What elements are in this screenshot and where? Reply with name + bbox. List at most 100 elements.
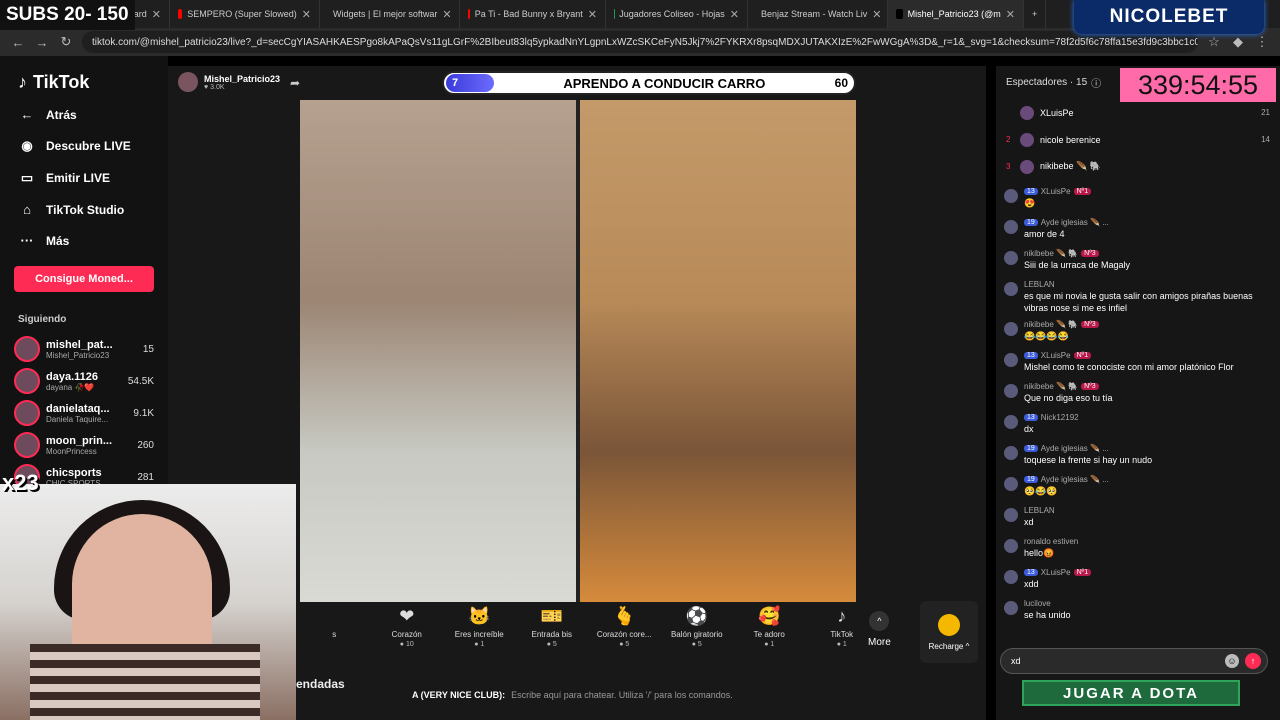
browser-tab[interactable]: Mishel_Patricio23 (@m ✕ — [888, 0, 1024, 28]
close-icon[interactable]: ✕ — [1006, 8, 1015, 21]
avatar — [1020, 105, 1034, 120]
bookmark-star-icon[interactable]: ☆ — [1206, 34, 1222, 50]
sidebar-item[interactable]: ··· Más — [0, 225, 168, 256]
chat-message[interactable]: 19 Ayde iglesias 🪶 ... 🥺😂🥺 — [996, 472, 1280, 503]
following-item[interactable]: mishel_pat... Mishel_Patricio23 15 — [0, 333, 168, 365]
new-tab-button[interactable]: + — [1024, 0, 1047, 28]
logo-text: TikTok — [33, 72, 90, 92]
level-badge: 13 — [1024, 414, 1038, 422]
tab-favicon-icon — [178, 9, 183, 19]
browser-tab[interactable]: Jugadores Coliseo - Hojas ✕ — [606, 0, 748, 28]
sidebar-item[interactable]: ◉ Descubre LIVE — [0, 130, 168, 162]
emoji-icon[interactable]: ☺ — [1225, 654, 1239, 668]
reload-icon[interactable]: ↻ — [58, 34, 74, 50]
info-icon[interactable]: ⓘ — [1091, 75, 1101, 90]
top-viewer[interactable]: 2 nicole berenice 14 — [996, 126, 1280, 153]
stream-chat-bar[interactable]: A (VERY NICE CLUB): Escribe aquí para ch… — [412, 686, 870, 704]
chat-input[interactable]: xd ☺ ↑ — [1000, 648, 1268, 674]
close-icon[interactable]: ✕ — [872, 8, 881, 21]
browser-tab[interactable]: Benjaz Stream - Watch Liv ✕ — [748, 0, 888, 28]
chat-message-text: toquese la frente si hay un nudo — [1024, 455, 1153, 466]
host-info[interactable]: Mishel_Patricio23 ♥ 3.0K — [178, 72, 280, 92]
chat-username: LEBLAN — [1024, 506, 1055, 516]
gift-item[interactable]: s — [298, 606, 371, 666]
url-field[interactable]: tiktok.com/@mishel_patricio23/live?_d=se… — [82, 31, 1198, 53]
chat-message[interactable]: 13 Nick12192 dx — [996, 410, 1280, 441]
chat-message[interactable]: nikibebe 🪶 🐘 Nº3 Que no diga eso tu tía — [996, 379, 1280, 410]
chat-message[interactable]: nikibebe 🪶 🐘 Nº3 😂😂😂😂 — [996, 317, 1280, 348]
top-viewer[interactable]: XLuisPe 21 — [996, 99, 1280, 126]
sidebar-item[interactable]: ▭ Emitir LIVE — [0, 162, 168, 194]
browser-tab[interactable]: Widgets | El mejor softwar ✕ — [320, 0, 460, 28]
chat-message-body: LEBLAN xd — [1024, 506, 1055, 531]
gift-item[interactable]: ❤ Corazón ● 10 — [371, 606, 444, 666]
chat-message[interactable]: 13 XLuisPe Nº1 😍 — [996, 184, 1280, 215]
gift-name: Te adoro — [753, 630, 785, 639]
close-icon[interactable]: ✕ — [730, 8, 739, 21]
chat-message-body: 19 Ayde iglesias 🪶 ... 🥺😂🥺 — [1024, 475, 1109, 500]
avatar — [1004, 477, 1018, 492]
forward-icon[interactable]: → — [34, 35, 50, 50]
chat-message[interactable]: 13 XLuisPe Nº1 Mishel como te conociste con… — [996, 348, 1280, 379]
chat-message[interactable]: LEBLAN xd — [996, 503, 1280, 534]
chat-panel: Espectadores · 15 ⓘ ⚙ XLuisPe212nicole b… — [996, 66, 1280, 720]
chat-message[interactable]: 13 XLuisPe Nº1 xdd — [996, 565, 1280, 596]
chat-username: Nick12192 — [1040, 413, 1079, 423]
gift-item[interactable]: 🥰 Te adoro ● 1 — [733, 606, 806, 666]
extensions-icon[interactable]: ◆ — [1230, 34, 1246, 50]
chat-message-header: nikibebe 🪶 🐘 Nº3 — [1024, 249, 1130, 258]
following-sub: dayana 🥀❤️ — [46, 382, 95, 392]
gift-icon: 🥰 — [758, 606, 781, 626]
gift-item[interactable]: 🫰 Corazón core... ● 5 — [588, 606, 661, 666]
following-item[interactable]: daya.1126 dayana 🥀❤️ 54.5K — [0, 365, 168, 397]
avatar — [1004, 446, 1018, 461]
chat-username: lucilove — [1024, 599, 1051, 609]
chat-message[interactable]: ronaldo estiven hello😡 — [996, 534, 1280, 565]
following-item[interactable]: danielataq... Daniela Taquire... 9.1K — [0, 397, 168, 429]
chat-message-header: ronaldo estiven — [1024, 537, 1078, 546]
chat-message[interactable]: 19 Ayde iglesias 🪶 ... amor de 4 — [996, 215, 1280, 246]
back-icon[interactable]: ← — [10, 35, 26, 50]
following-count: 281 — [137, 471, 154, 483]
share-icon[interactable]: ➦ — [290, 76, 300, 90]
viewer-score: 21 — [1261, 108, 1270, 117]
sidebar-item-icon: ··· — [20, 233, 34, 248]
following-count: 54.5K — [127, 375, 154, 387]
browser-tab[interactable]: Pa Ti - Bad Bunny x Bryant ✕ — [460, 0, 606, 28]
chat-message-text: Mishel como te conociste con mi amor pla… — [1024, 362, 1234, 373]
sidebar-item-label: TikTok Studio — [46, 202, 125, 217]
recharge-button[interactable]: Recharge ^ — [920, 601, 978, 663]
chat-message[interactable]: lucilove se ha unido — [996, 596, 1280, 627]
chat-message[interactable]: LEBLAN es que mi novia le gusta salir con… — [996, 277, 1280, 317]
close-icon[interactable]: ✕ — [152, 8, 161, 21]
gift-item[interactable]: ⚽ Balón giratorio ● 5 — [661, 606, 734, 666]
avatar — [1004, 282, 1018, 296]
chat-message-text: amor de 4 — [1024, 229, 1065, 239]
tiktok-logo[interactable]: ♪ TikTok — [0, 56, 168, 99]
chat-username: XLuisPe — [1040, 187, 1071, 196]
get-coins-button[interactable]: Consigue Moned... — [14, 266, 154, 292]
sidebar-item[interactable]: ⌂ TikTok Studio — [0, 194, 168, 225]
level-badge: 13 — [1024, 569, 1038, 577]
gift-price: ● 1 — [764, 641, 775, 648]
send-icon[interactable]: ↑ — [1245, 653, 1261, 669]
viewer-name: nicole berenice — [1040, 134, 1101, 145]
chat-message[interactable]: 19 Ayde iglesias 🪶 ... toquese la frente s… — [996, 441, 1280, 472]
gift-item[interactable]: 🐱 Eres increíble ● 1 — [443, 606, 516, 666]
avatar — [1004, 322, 1018, 337]
chat-message-header: 13 XLuisPe Nº1 — [1024, 568, 1092, 577]
gift-name: TikTok — [830, 630, 854, 639]
close-icon[interactable]: ✕ — [302, 8, 311, 21]
following-item[interactable]: moon_prin... MoonPrincess 260 — [0, 429, 168, 461]
sidebar-item[interactable]: ← Atrás — [0, 99, 168, 130]
viewer-name: XLuisPe — [1040, 107, 1074, 118]
browser-tab[interactable]: SEMPERO (Super Slowed) ✕ — [170, 0, 320, 28]
close-icon[interactable]: ✕ — [442, 8, 451, 21]
menu-icon[interactable]: ⋮ — [1254, 34, 1270, 50]
top-viewer[interactable]: 3 nikibebe 🪶 🐘 — [996, 153, 1280, 180]
chat-message[interactable]: nikibebe 🪶 🐘 Nº3 Siii de la urraca de Maga… — [996, 246, 1280, 277]
more-gifts-button[interactable]: ^ More — [868, 611, 891, 648]
gift-item[interactable]: 🎫 Entrada bis ● 5 — [516, 606, 589, 666]
more-label: More — [868, 637, 891, 648]
close-icon[interactable]: ✕ — [588, 8, 597, 21]
